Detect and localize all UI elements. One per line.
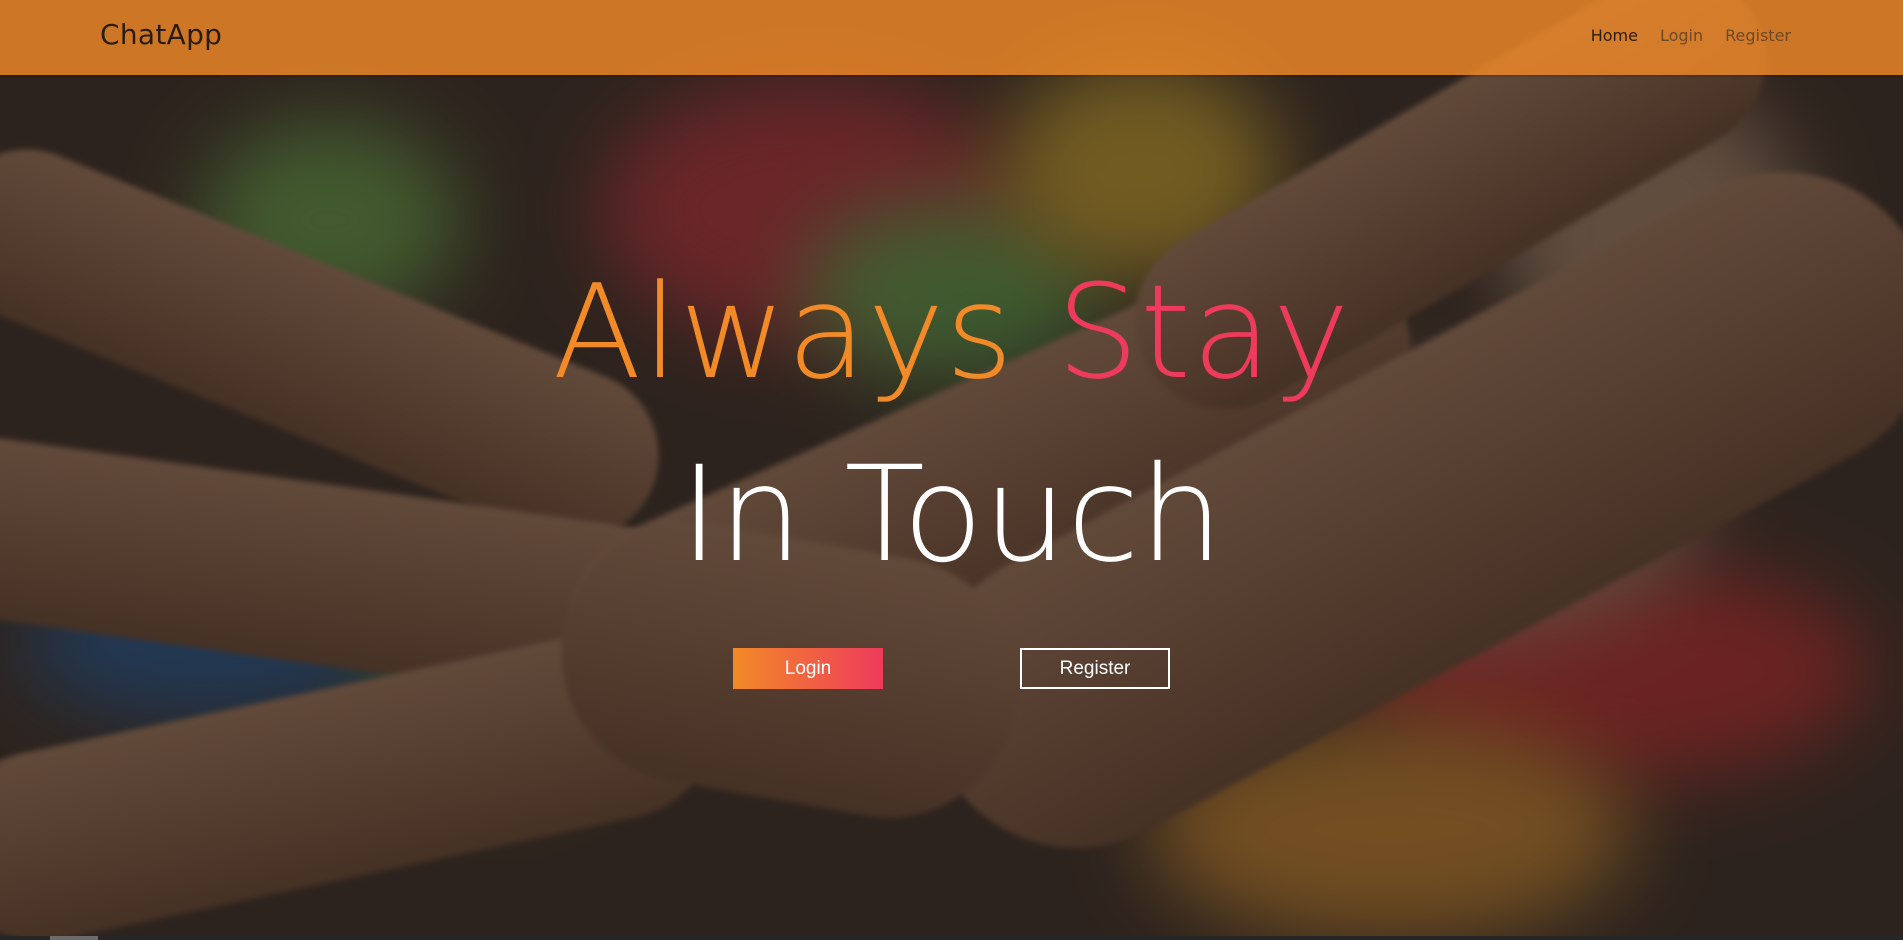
brand-logo-text[interactable]: ChatApp xyxy=(100,18,222,51)
hero-headline-line-2: In Touch xyxy=(679,438,1224,592)
nav-links: Home Login Register xyxy=(1591,26,1791,45)
headline-word-stay: Stay xyxy=(1056,256,1351,408)
nav-link-register[interactable]: Register xyxy=(1725,26,1791,45)
top-navbar: ChatApp Home Login Register xyxy=(0,0,1903,75)
hero-register-button[interactable]: Register xyxy=(1020,648,1170,689)
nav-link-login[interactable]: Login xyxy=(1660,26,1703,45)
nav-link-home[interactable]: Home xyxy=(1591,26,1638,45)
horizontal-scrollbar[interactable] xyxy=(0,936,1903,940)
landing-page: ChatApp Home Login Register Always Stay … xyxy=(0,0,1903,940)
hero-headline-line-1: Always Stay xyxy=(0,262,1903,402)
scrollbar-thumb[interactable] xyxy=(50,936,98,940)
hero-login-button[interactable]: Login xyxy=(733,648,883,689)
headline-word-always: Always xyxy=(552,256,1015,408)
